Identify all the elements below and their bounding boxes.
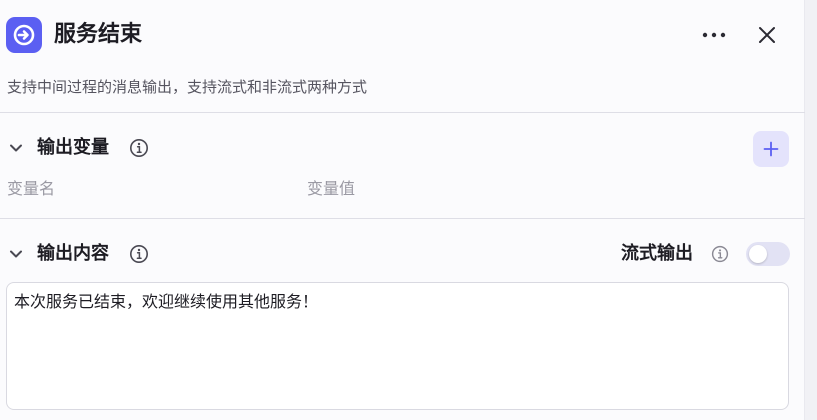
info-icon[interactable]: [711, 245, 729, 263]
node-description: 支持中间过程的消息输出，支持流式和非流式两种方式: [7, 78, 368, 96]
streaming-output-label: 流式输出: [621, 243, 693, 264]
column-header-variable-name: 变量名: [7, 179, 56, 198]
section-title-output-variables: 输出变量: [37, 137, 109, 158]
chevron-down-icon[interactable]: [8, 140, 24, 156]
exit-arrow-icon: [6, 17, 42, 53]
more-options-button[interactable]: [696, 18, 732, 52]
info-icon[interactable]: [129, 244, 149, 264]
chevron-down-icon[interactable]: [8, 246, 24, 262]
more-horizontal-icon: [702, 32, 726, 38]
panel-header: 服务结束: [0, 0, 805, 68]
canvas-edge: [805, 0, 817, 420]
node-config-panel: 服务结束 支持中间过程的消息输出，支持流式和非流式两种方式 输出变量 变量名 变…: [0, 0, 805, 420]
output-content-textarea[interactable]: 本次服务已结束，欢迎继续使用其他服务！: [6, 282, 789, 410]
page-title: 服务结束: [54, 22, 143, 47]
close-button[interactable]: [750, 18, 784, 52]
streaming-output-toggle[interactable]: [746, 242, 790, 266]
plus-icon: [763, 141, 779, 157]
divider: [0, 218, 805, 219]
info-icon[interactable]: [129, 138, 149, 158]
column-header-variable-value: 变量值: [307, 179, 356, 198]
section-title-output-content: 输出内容: [37, 243, 109, 264]
add-variable-button[interactable]: [753, 131, 789, 167]
close-icon: [759, 27, 775, 43]
toggle-knob: [749, 245, 767, 263]
divider: [0, 112, 805, 113]
